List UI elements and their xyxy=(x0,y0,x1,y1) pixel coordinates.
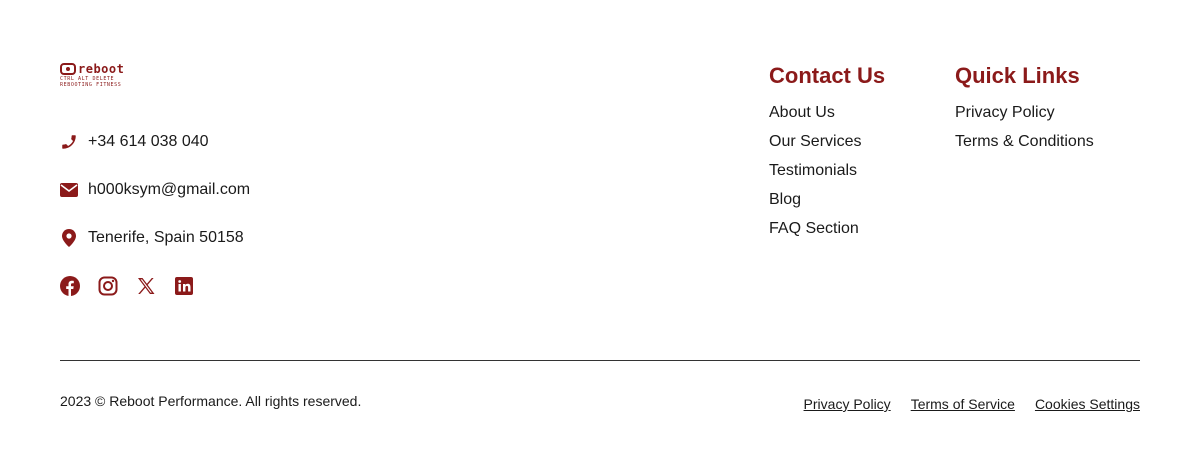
linkedin-icon[interactable] xyxy=(174,276,194,296)
contact-phone[interactable]: +34 614 038 040 xyxy=(60,133,209,151)
email-address: h000ksym@gmail.com xyxy=(88,181,251,198)
instagram-icon[interactable] xyxy=(98,276,118,296)
brand-logo[interactable]: reboot CTRL ALT DELETE REBOOTING FITNESS xyxy=(60,62,150,94)
link-privacy-policy[interactable]: Privacy Policy xyxy=(955,103,1094,122)
logo-tagline-2: REBOOTING FITNESS xyxy=(60,82,122,88)
legal-cookies-settings-link[interactable]: Cookies Settings xyxy=(1035,396,1140,412)
link-about-us[interactable]: About Us xyxy=(769,103,885,122)
legal-privacy-policy-link[interactable]: Privacy Policy xyxy=(804,396,891,412)
logo-wordmark: reboot xyxy=(78,62,125,76)
link-testimonials[interactable]: Testimonials xyxy=(769,161,885,180)
quick-links-list: Privacy Policy Terms & Conditions xyxy=(955,103,1094,151)
footer-divider xyxy=(60,360,1140,361)
logo-mark-icon xyxy=(60,63,76,75)
contact-location: Tenerife, Spain 50158 xyxy=(60,229,244,247)
phone-icon xyxy=(60,133,78,151)
contact-us-list: About Us Our Services Testimonials Blog … xyxy=(769,103,885,238)
social-links xyxy=(60,276,194,296)
link-terms-conditions[interactable]: Terms & Conditions xyxy=(955,132,1094,151)
contact-us-heading: Contact Us xyxy=(769,63,886,88)
quick-links-column: Quick Links Privacy Policy Terms & Condi… xyxy=(955,62,1094,161)
link-faq[interactable]: FAQ Section xyxy=(769,219,885,238)
legal-terms-of-service-link[interactable]: Terms of Service xyxy=(911,396,1015,412)
link-our-services[interactable]: Our Services xyxy=(769,132,885,151)
link-blog[interactable]: Blog xyxy=(769,190,885,209)
copyright-text: 2023 © Reboot Performance. All rights re… xyxy=(60,393,362,409)
x-icon[interactable] xyxy=(136,276,156,296)
facebook-icon[interactable] xyxy=(60,276,80,296)
location-text: Tenerife, Spain 50158 xyxy=(88,229,244,246)
envelope-icon xyxy=(60,181,78,199)
phone-number: +34 614 038 040 xyxy=(88,133,209,150)
contact-email[interactable]: h000ksym@gmail.com xyxy=(60,181,250,199)
legal-links: Privacy Policy Terms of Service Cookies … xyxy=(804,396,1140,412)
quick-links-heading: Quick Links xyxy=(955,63,1080,88)
map-pin-icon xyxy=(60,229,78,247)
contact-us-column: Contact Us About Us Our Services Testimo… xyxy=(769,62,885,248)
